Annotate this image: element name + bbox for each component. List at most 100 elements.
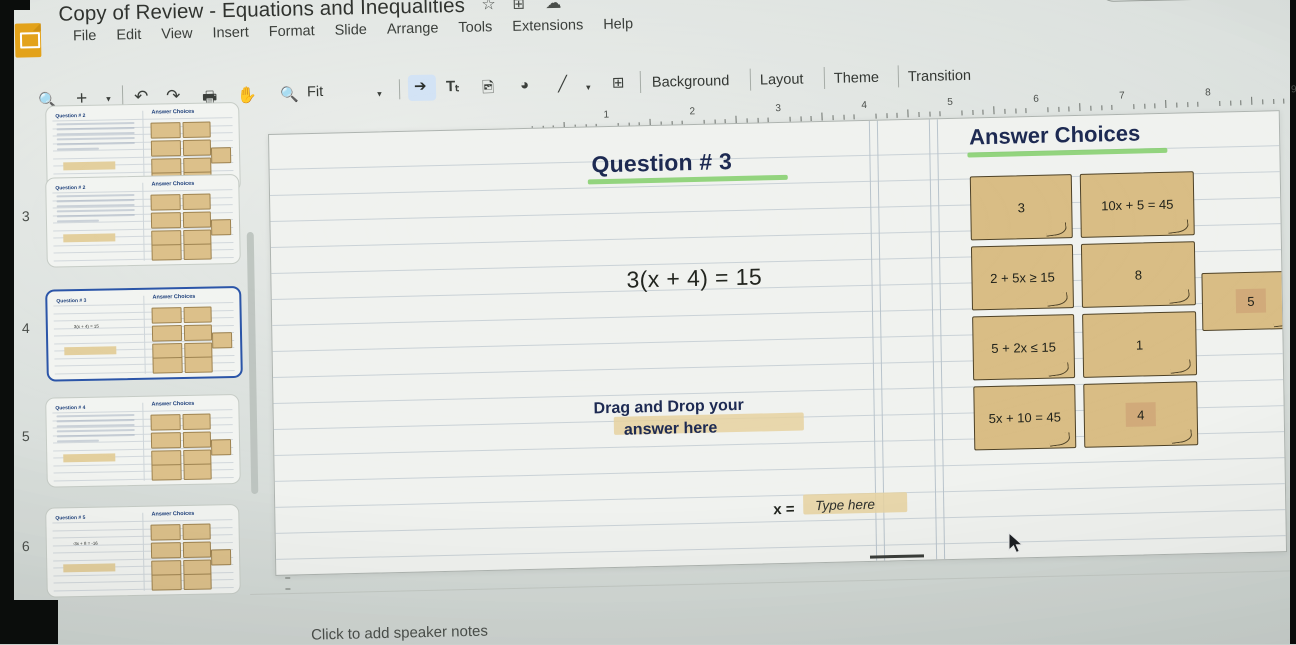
ruler-tick bbox=[1026, 108, 1027, 113]
answer-choice-note[interactable]: 4 bbox=[1083, 381, 1198, 448]
ruler-tick bbox=[961, 110, 962, 115]
zoom-level-label[interactable]: Fit bbox=[307, 84, 323, 100]
drag-drop-instruction-line1: Drag and Drop your bbox=[593, 397, 743, 419]
thumb-answer-note bbox=[151, 212, 181, 229]
line-caret-icon[interactable]: ▾ bbox=[586, 82, 591, 93]
thumb-answer-note bbox=[183, 243, 211, 260]
filmstrip-scrollbar[interactable] bbox=[247, 232, 259, 494]
ruler-tick bbox=[1240, 100, 1241, 105]
menu-item-help[interactable]: Help bbox=[593, 14, 643, 35]
zoom-icon[interactable]: 🔍 bbox=[280, 86, 299, 104]
slide-number: 5 bbox=[22, 428, 30, 444]
slide-filmstrip[interactable]: Question # 2Answer Choices3 Question # 2A… bbox=[18, 118, 248, 638]
ruler-tick bbox=[993, 106, 994, 114]
thumb-answer-choices-title: Answer Choices bbox=[151, 181, 194, 188]
ruler-number: 1 bbox=[603, 109, 609, 120]
answer-choice-note[interactable]: 3 bbox=[970, 174, 1073, 240]
line-icon[interactable]: ╱ bbox=[558, 75, 567, 93]
layout-button[interactable]: Layout bbox=[760, 71, 804, 88]
answer-choice-note[interactable]: 5 bbox=[1201, 271, 1287, 331]
ruler-tick bbox=[1251, 97, 1252, 105]
thumb-text-block bbox=[57, 127, 135, 130]
thumb-answer-note bbox=[151, 432, 181, 449]
slide-number: 3 bbox=[22, 208, 30, 224]
filmstrip-slide-4[interactable]: 4Question # 3Answer Choices3(x + 4) = 15 bbox=[17, 286, 247, 382]
notebook-rule-line bbox=[275, 457, 1285, 482]
answer-choices-title: Answer Choices bbox=[969, 120, 1141, 150]
zoom-caret-icon[interactable]: ▾ bbox=[377, 89, 382, 100]
slide-thumbnail[interactable]: Question # 2Answer Choices bbox=[45, 174, 241, 268]
thumb-vertical-line bbox=[142, 403, 144, 481]
ruler-tick bbox=[285, 578, 290, 579]
thumb-drag-drop-label bbox=[63, 563, 115, 572]
menu-item-slide[interactable]: Slide bbox=[324, 20, 377, 41]
filmstrip-slide-3[interactable]: 3 Question # 2Answer Choices bbox=[17, 174, 247, 270]
ruler-number: 7 bbox=[1119, 90, 1125, 101]
answer-choice-note[interactable]: 1 bbox=[1082, 311, 1197, 378]
ruler-number: 9 bbox=[1291, 84, 1296, 95]
comment-icon[interactable]: ▤ bbox=[980, 0, 998, 2]
thumb-answer-note bbox=[152, 357, 182, 374]
menu-item-insert[interactable]: Insert bbox=[202, 22, 259, 43]
transition-button[interactable]: Transition bbox=[908, 68, 971, 85]
thumb-text-block bbox=[57, 434, 135, 437]
thumb-answer-note bbox=[183, 306, 211, 323]
thumb-answer-note bbox=[211, 549, 231, 565]
thumb-text-block bbox=[57, 199, 135, 202]
thumb-text-block bbox=[57, 429, 135, 432]
answer-choice-note[interactable]: 10x + 5 = 45 bbox=[1080, 171, 1195, 238]
ruler-number: 4 bbox=[861, 100, 867, 111]
thumb-answer-note bbox=[182, 121, 210, 138]
cursor-arrow-icon[interactable]: ➔ bbox=[414, 77, 427, 95]
answer-choice-note[interactable]: 2 + 5x ≥ 15 bbox=[971, 244, 1074, 310]
answer-input-placeholder[interactable]: Type here bbox=[815, 497, 875, 513]
speaker-notes-area[interactable]: Click to add speaker notes bbox=[250, 562, 1296, 644]
filmstrip-slide-6[interactable]: 6Question # 5Answer Choices-3x + 8 = -16 bbox=[17, 504, 247, 600]
add-comment-icon[interactable]: ⊞ bbox=[612, 73, 625, 91]
new-slide-caret-icon[interactable]: ▾ bbox=[106, 94, 111, 105]
slide-thumbnail[interactable]: Question # 5Answer Choices-3x + 8 = -16 bbox=[45, 504, 241, 598]
image-icon[interactable]: 🖻 bbox=[482, 77, 495, 102]
slide-canvas[interactable]: Question # 3 3(x + 4) = 15 Drag and Drop… bbox=[268, 110, 1287, 576]
star-icon[interactable]: ☆ bbox=[481, 0, 496, 13]
thumb-answer-note bbox=[183, 431, 211, 448]
slideshow-button[interactable]: Slideshow ▾ bbox=[1098, 0, 1251, 2]
version-history-icon[interactable]: ↺ bbox=[935, 0, 951, 3]
thumb-answer-note bbox=[151, 464, 181, 481]
ruler-tick bbox=[854, 114, 855, 119]
slides-logo-icon[interactable] bbox=[15, 23, 42, 58]
answer-choice-label: 10x + 5 = 45 bbox=[1101, 196, 1174, 213]
ruler-tick bbox=[1004, 109, 1005, 114]
ruler-tick bbox=[832, 115, 833, 120]
question-equation[interactable]: 3(x + 4) = 15 bbox=[626, 263, 762, 293]
answer-choice-note[interactable]: 5x + 10 = 45 bbox=[973, 384, 1076, 450]
ruler-tick bbox=[1165, 100, 1166, 108]
filmstrip-slide-5[interactable]: 5 Question # 4Answer Choices bbox=[17, 394, 247, 490]
menu-item-format[interactable]: Format bbox=[259, 21, 325, 42]
ruler-tick bbox=[1176, 103, 1177, 108]
text-box-icon[interactable]: Tₜ bbox=[446, 77, 460, 95]
menu-item-file[interactable]: File bbox=[63, 26, 107, 47]
menu-item-edit[interactable]: Edit bbox=[106, 25, 151, 46]
menu-item-extensions[interactable]: Extensions bbox=[502, 15, 593, 37]
thumb-answer-note bbox=[184, 324, 212, 341]
answer-choice-note[interactable]: 8 bbox=[1081, 241, 1196, 308]
slide-thumbnail[interactable]: Question # 3Answer Choices3(x + 4) = 15 bbox=[45, 286, 243, 382]
thumb-vertical-line bbox=[143, 296, 145, 374]
theme-button[interactable]: Theme bbox=[834, 70, 879, 87]
speaker-notes-placeholder[interactable]: Click to add speaker notes bbox=[311, 623, 488, 644]
ruler-tick bbox=[907, 109, 908, 117]
ruler-tick bbox=[983, 110, 984, 115]
thumb-answer-note bbox=[152, 325, 182, 342]
thumb-drag-drop-label bbox=[63, 161, 115, 170]
menu-item-view[interactable]: View bbox=[151, 24, 203, 45]
cloud-saved-icon[interactable]: ☁ bbox=[545, 0, 561, 12]
menu-item-tools[interactable]: Tools bbox=[448, 17, 502, 38]
menu-item-arrange[interactable]: Arrange bbox=[377, 18, 449, 40]
answer-choice-note[interactable]: 5 + 2x ≤ 15 bbox=[972, 314, 1075, 380]
background-button[interactable]: Background bbox=[652, 73, 730, 91]
slide-thumbnail[interactable]: Question # 4Answer Choices bbox=[45, 394, 241, 488]
shape-icon[interactable]: ◕ bbox=[520, 76, 529, 93]
bezel-left bbox=[0, 0, 14, 644]
move-to-folder-icon[interactable]: ⊞ bbox=[512, 0, 525, 12]
